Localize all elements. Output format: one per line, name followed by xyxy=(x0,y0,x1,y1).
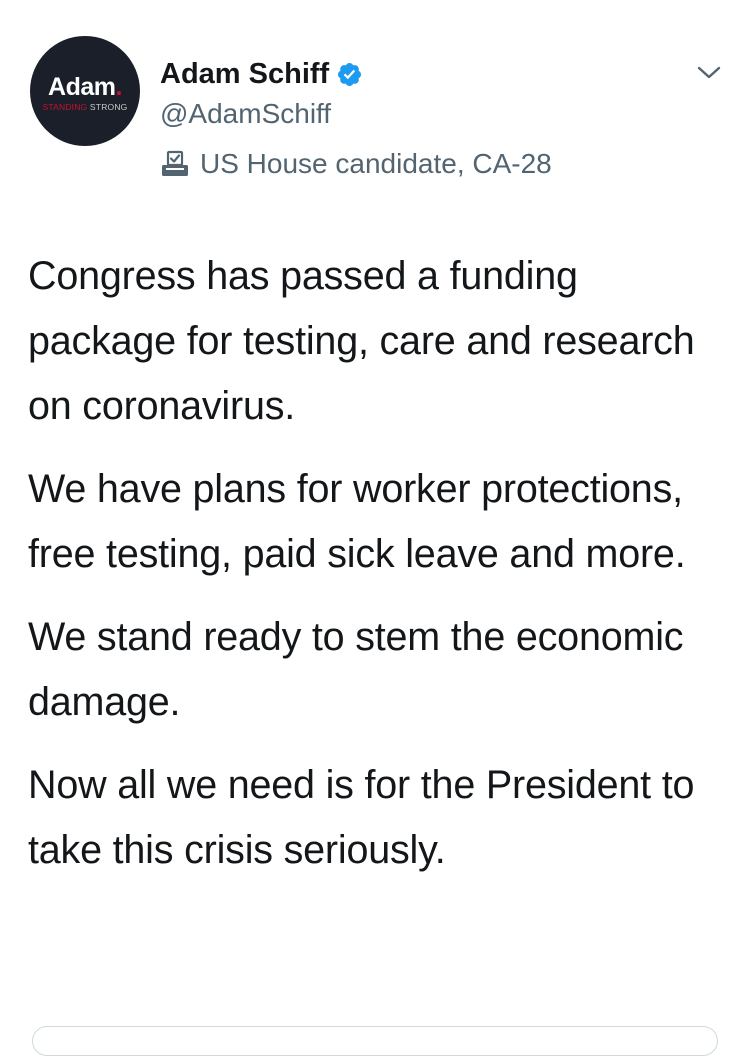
ballot-box-icon xyxy=(162,150,188,176)
author-label-text: US House candidate, CA-28 xyxy=(200,148,552,179)
tweet-paragraph: Now all we need is for the President to … xyxy=(28,763,695,872)
avatar-logo-subtext: STANDING STRONG xyxy=(42,101,128,112)
verified-badge-icon xyxy=(338,62,362,86)
tweet-paragraph: Congress has passed a funding package fo… xyxy=(28,254,695,428)
embedded-card-edge[interactable] xyxy=(32,1026,718,1056)
tweet-paragraph: We stand ready to stem the economic dama… xyxy=(28,615,684,724)
author-handle[interactable]: @AdamSchiff xyxy=(160,96,331,132)
author-display-name[interactable]: Adam Schiff xyxy=(160,56,329,92)
avatar-logo-text: Adam. xyxy=(48,72,122,101)
author-name-row: Adam Schiff xyxy=(160,56,363,92)
tweet-paragraph: We have plans for worker protections, fr… xyxy=(28,467,686,576)
avatar[interactable]: Adam. STANDING STRONG xyxy=(30,36,140,146)
chevron-down-icon[interactable] xyxy=(696,62,722,84)
tweet: Adam. STANDING STRONG Adam Schiff @AdamS… xyxy=(0,0,750,1056)
author-label-row: US House candidate, CA-28 xyxy=(160,146,552,182)
tweet-text: Congress has passed a funding package fo… xyxy=(28,244,728,901)
